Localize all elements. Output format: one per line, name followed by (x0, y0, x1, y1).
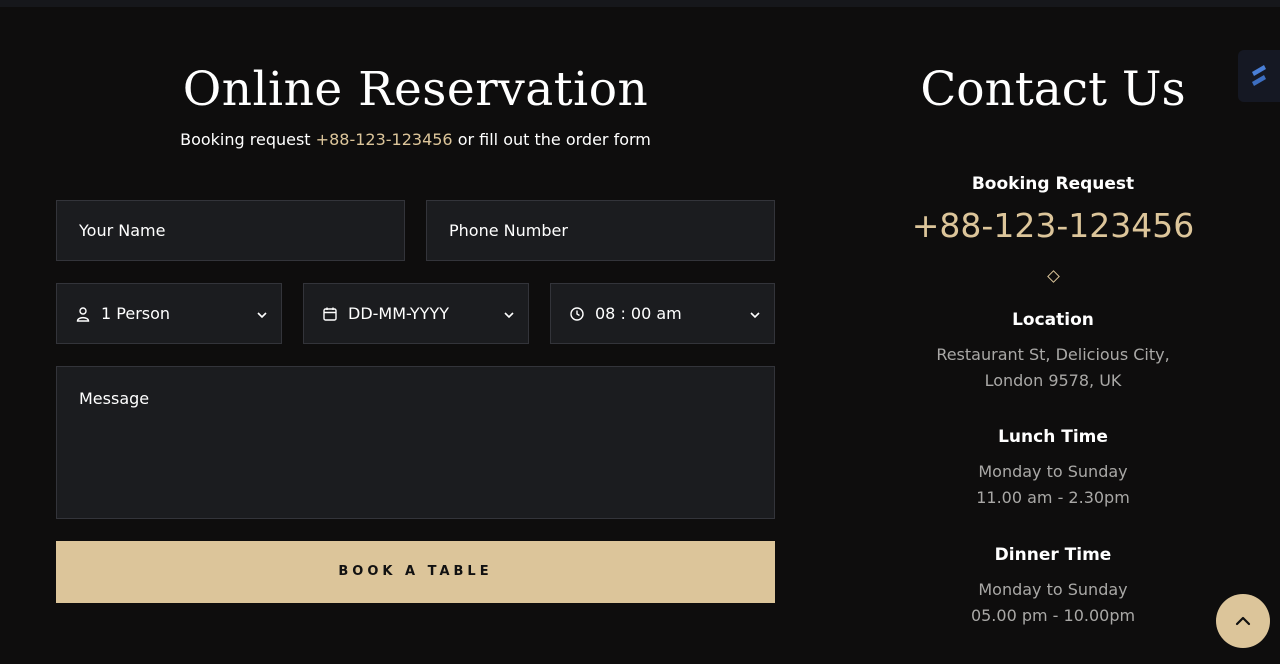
reservation-title: Online Reservation (182, 62, 649, 117)
contact-title: Contact Us (920, 62, 1186, 117)
calendar-icon (323, 307, 337, 321)
dinner-time-heading: Dinner Time (994, 545, 1112, 565)
lunch-hours: 11.00 am - 2.30pm (976, 488, 1130, 507)
diamond-divider-icon (1047, 270, 1060, 283)
scroll-to-top-button[interactable] (1216, 594, 1270, 648)
lunch-days: Monday to Sunday (978, 462, 1128, 481)
persons-value: 1 Person (101, 304, 171, 323)
booking-request-heading: Booking Request (971, 174, 1135, 194)
side-badge[interactable] (1238, 50, 1280, 102)
persons-select[interactable]: 1 Person (56, 283, 282, 344)
name-placeholder: Your Name (79, 221, 166, 240)
user-icon (76, 307, 90, 322)
lunch-time-heading: Lunch Time (998, 427, 1108, 447)
date-value: DD-MM-YYYY (348, 304, 449, 323)
dinner-hours: 05.00 pm - 10.00pm (970, 606, 1136, 625)
chevron-down-icon (750, 312, 760, 319)
name-input[interactable]: Your Name (56, 200, 405, 261)
phone-placeholder: Phone Number (449, 221, 568, 240)
message-textarea[interactable]: Message (56, 366, 775, 519)
location-line-1: Restaurant St, Delicious City, (936, 345, 1170, 364)
book-table-button[interactable]: BOOK A TABLE (56, 541, 775, 603)
time-value: 08 : 00 am (595, 304, 682, 323)
booking-phone-link[interactable]: +88-123-123456 (880, 204, 1226, 248)
location-line-2: London 9578, UK (984, 371, 1122, 390)
date-select[interactable]: DD-MM-YYYY (303, 283, 529, 344)
contact-section: Contact Us Booking Request +88-123-12345… (880, 0, 1226, 664)
dinner-days: Monday to Sunday (978, 580, 1128, 599)
subtitle-suffix: or fill out the order form (452, 130, 651, 149)
subtitle-prefix: Booking request (180, 130, 316, 149)
chevron-down-icon (504, 312, 514, 319)
location-heading: Location (1012, 310, 1094, 330)
chevron-down-icon (257, 312, 267, 319)
phone-input[interactable]: Phone Number (426, 200, 775, 261)
logo-badge-icon (1252, 65, 1266, 86)
clock-icon (570, 307, 584, 321)
chevron-up-icon (1235, 616, 1251, 626)
subtitle-phone-link[interactable]: +88-123-123456 (316, 130, 453, 149)
reservation-subtitle: Booking request +88-123-123456 or fill o… (56, 130, 775, 150)
time-select[interactable]: 08 : 00 am (550, 283, 775, 344)
message-placeholder: Message (79, 389, 150, 408)
